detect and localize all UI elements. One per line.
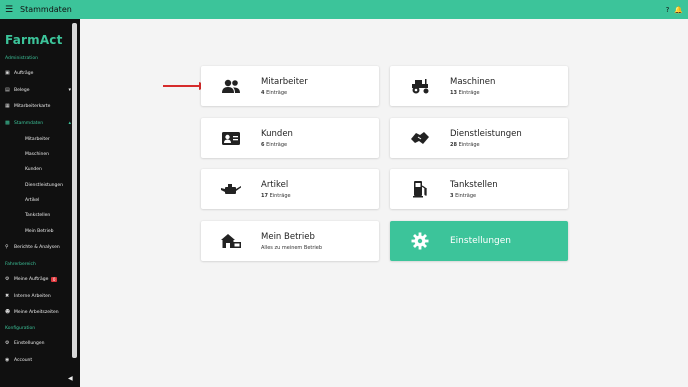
sidebar-subitem-mein-betrieb[interactable]: Mein Betrieb (25, 229, 54, 234)
users-icon (201, 79, 261, 93)
clipboard-icon: ▣ (5, 70, 10, 76)
hamburger-icon[interactable]: ☰ (0, 5, 18, 15)
orders-badge: 0 (51, 276, 57, 282)
card-title: Maschinen (450, 76, 496, 87)
card-title: Einstellungen (450, 236, 512, 246)
sidebar-scrollbar[interactable] (72, 23, 77, 358)
card-count: 3 Einträge (450, 192, 477, 199)
card-maschinen[interactable]: Maschinen 13 Einträge (390, 66, 568, 106)
card-tankstellen[interactable]: Tankstellen 3 Einträge (390, 169, 568, 209)
document-icon: ▤ (5, 87, 10, 93)
tractor-icon (390, 78, 450, 94)
search-chart-icon: ⚲ (5, 244, 9, 250)
sidebar-item-meine-auftraege[interactable]: ⚙ Meine Aufträge 0 (5, 274, 71, 284)
sidebar-item-berichte[interactable]: ⚲ Berichte & Analysen (5, 242, 71, 252)
collapse-sidebar-icon[interactable]: ◀ (68, 375, 73, 382)
card-title: Mein Betrieb (261, 231, 315, 242)
card-title: Kunden (261, 128, 293, 139)
gear-icon: ⚙ (5, 340, 10, 346)
address-card-icon (201, 131, 261, 146)
bell-icon[interactable]: 🔔 (674, 6, 683, 14)
sidebar-subitem-dienstleistungen[interactable]: Dienstleistungen (25, 183, 63, 188)
card-title: Dienstleistungen (450, 128, 522, 139)
user-icon: ◉ (5, 357, 10, 363)
sidebar-subitem-tankstellen[interactable]: Tankstellen (25, 213, 50, 218)
sidebar-item-interne-arbeiten[interactable]: ✖ Interne Arbeiten (5, 291, 71, 301)
sidebar-item-einstellungen[interactable]: ⚙ Einstellungen (5, 338, 71, 348)
page-title: Stammdaten (20, 5, 72, 14)
sidebar-subitem-maschinen[interactable]: Maschinen (25, 152, 49, 157)
help-icon[interactable]: ? (666, 6, 670, 14)
chevron-up-icon: ▴ (68, 120, 71, 126)
sidebar-subitem-kunden[interactable]: Kunden (25, 167, 42, 172)
section-admin: Administration (5, 56, 38, 61)
oil-can-icon (201, 182, 261, 196)
sidebar-item-stammdaten[interactable]: ▩ Stammdaten ▴ (5, 118, 71, 128)
card-count: 17 Einträge (261, 192, 291, 199)
card-kunden[interactable]: Kunden 6 Einträge (201, 118, 379, 158)
card-mitarbeiter[interactable]: Mitarbeiter 4 Einträge (201, 66, 379, 106)
handshake-icon (390, 130, 450, 146)
top-bar: ☰ Stammdaten ? 🔔 (0, 0, 688, 19)
farm-house-icon (201, 232, 261, 250)
card-count: 13 Einträge (450, 89, 480, 96)
sidebar-item-account[interactable]: ◉ Account (5, 355, 71, 365)
sidebar-item-meine-arbeitszeiten[interactable]: ☻ Meine Arbeitszeiten (5, 307, 71, 317)
card-title: Tankstellen (450, 179, 498, 190)
sidebar: FarmAct Administration ▣ Aufträge ▤ Belege… (0, 19, 80, 387)
user-clock-icon: ☻ (5, 309, 11, 315)
tractor-icon: ⚙ (5, 276, 10, 282)
map-icon: ▦ (5, 103, 10, 109)
card-title: Mitarbeiter (261, 76, 308, 87)
card-title: Artikel (261, 179, 289, 190)
card-count: 28 Einträge (450, 141, 480, 148)
chevron-down-icon: ▾ (68, 87, 71, 93)
sidebar-item-belege[interactable]: ▤ Belege ▾ (5, 85, 71, 95)
sidebar-subitem-mitarbeiter[interactable]: Mitarbeiter (25, 137, 50, 142)
gear-icon (390, 232, 450, 250)
sidebar-subitem-artikel[interactable]: Artikel (25, 198, 39, 203)
sidebar-item-auftraege[interactable]: ▣ Aufträge (5, 68, 71, 78)
section-driver: Fahrerbereich (5, 262, 36, 267)
card-dienstleistungen[interactable]: Dienstleistungen 28 Einträge (390, 118, 568, 158)
gas-pump-icon (390, 180, 450, 198)
card-subtitle: Alles zu meinem Betrieb (261, 244, 323, 251)
app-logo: FarmAct (5, 33, 63, 47)
card-mein-betrieb[interactable]: Mein Betrieb Alles zu meinem Betrieb (201, 221, 379, 261)
card-count: 6 Einträge (261, 141, 288, 148)
card-artikel[interactable]: Artikel 17 Einträge (201, 169, 379, 209)
sidebar-item-mitarbeiterkarte[interactable]: ▦ Mitarbeiterkarte (5, 101, 71, 111)
card-count: 4 Einträge (261, 89, 288, 96)
section-config: Konfiguration (5, 326, 36, 331)
tools-icon: ✖ (5, 293, 10, 299)
sitemap-icon: ▩ (5, 120, 10, 126)
card-einstellungen[interactable]: Einstellungen (390, 221, 568, 261)
